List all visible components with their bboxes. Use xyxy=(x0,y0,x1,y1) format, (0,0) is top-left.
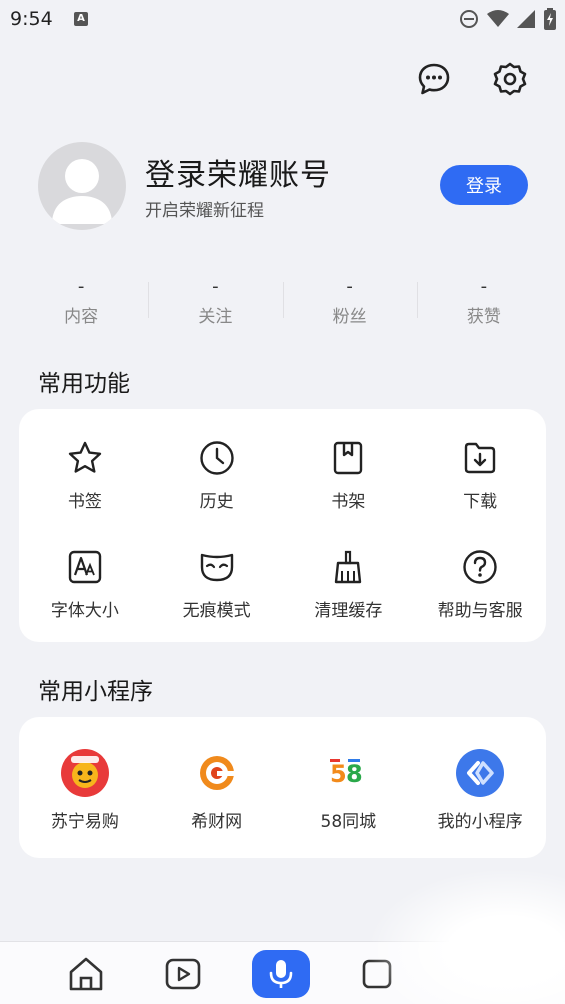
login-button[interactable]: 登录 xyxy=(440,165,528,205)
mini-program-xicai[interactable]: 希财网 xyxy=(151,749,283,832)
broom-icon xyxy=(335,550,362,584)
function-label: 历史 xyxy=(199,492,234,512)
mini-program-label: 我的小程序 xyxy=(437,812,523,832)
stat-label: 内容 xyxy=(64,307,99,327)
stat-value: - xyxy=(346,276,353,297)
stat-label: 关注 xyxy=(198,307,233,327)
mini-programs-title: 常用小程序 xyxy=(38,679,153,705)
function-label: 清理缓存 xyxy=(314,601,383,621)
nav-home-button[interactable] xyxy=(66,954,106,994)
stat-value: - xyxy=(77,276,85,297)
stat-likes[interactable]: - 获赞 xyxy=(416,276,551,327)
58-logo-icon: 58 xyxy=(324,749,373,797)
battery-icon xyxy=(544,8,556,30)
function-label: 书架 xyxy=(331,492,366,512)
font-size-icon xyxy=(68,550,102,584)
avatar[interactable] xyxy=(38,142,126,230)
status-icons xyxy=(459,8,557,30)
clear-cache-item[interactable]: 清理缓存 xyxy=(283,548,415,621)
notification-a-icon: A xyxy=(74,12,88,26)
settings-button[interactable] xyxy=(493,62,527,96)
bookshelf-item[interactable]: 书架 xyxy=(283,439,415,512)
status-bar: 9:54 A xyxy=(0,0,565,40)
common-functions-card: 书签 历史 书架 下载 字体大小 无痕模式 清理缓存 帮助与客服 xyxy=(19,409,546,642)
star-icon xyxy=(68,441,102,473)
home-icon xyxy=(69,957,103,991)
function-label: 字体大小 xyxy=(50,601,119,621)
bookshelf-icon xyxy=(334,441,363,475)
font-size-item[interactable]: 字体大小 xyxy=(19,548,151,621)
incognito-item[interactable]: 无痕模式 xyxy=(151,548,283,621)
function-label: 书签 xyxy=(67,492,102,512)
nav-voice-button[interactable] xyxy=(252,950,310,998)
download-icon xyxy=(464,442,496,474)
stat-value: - xyxy=(480,276,488,297)
settings-icon xyxy=(493,62,527,96)
download-item[interactable]: 下载 xyxy=(414,439,546,512)
svg-text:5: 5 xyxy=(330,760,347,788)
do-not-disturb-icon xyxy=(460,10,478,28)
function-label: 帮助与客服 xyxy=(437,601,523,621)
status-time: 9:54 xyxy=(10,8,53,30)
stat-followers[interactable]: - 粉丝 xyxy=(282,276,417,327)
video-icon xyxy=(165,958,201,990)
common-functions-title: 常用功能 xyxy=(38,371,130,397)
message-icon xyxy=(418,63,450,95)
message-button[interactable] xyxy=(417,62,451,96)
header-actions xyxy=(417,62,527,96)
wifi-icon xyxy=(487,10,509,27)
svg-text:8: 8 xyxy=(346,760,363,788)
help-icon xyxy=(463,550,497,584)
bookmark-item[interactable]: 书签 xyxy=(19,439,151,512)
nav-video-button[interactable] xyxy=(163,954,203,994)
mini-program-label: 58同城 xyxy=(320,812,377,832)
function-label: 无痕模式 xyxy=(182,601,251,621)
stat-content[interactable]: - 内容 xyxy=(14,276,148,327)
incognito-mask-icon xyxy=(200,553,233,582)
stats-row: - 内容 - 关注 - 粉丝 - 获赞 xyxy=(14,276,551,327)
xicai-logo-icon xyxy=(192,749,241,797)
mini-program-58[interactable]: 58 58同城 xyxy=(283,749,415,832)
watermark-fade xyxy=(370,870,565,1004)
mini-program-label: 希财网 xyxy=(191,812,243,832)
profile-title[interactable]: 登录荣耀账号 xyxy=(145,150,331,194)
signal-icon xyxy=(517,10,535,28)
mini-programs-card: 苏宁易购 希财网 58 58同城 我的小程序 xyxy=(19,717,546,858)
history-item[interactable]: 历史 xyxy=(151,439,283,512)
mini-program-mine[interactable]: 我的小程序 xyxy=(414,749,546,832)
suning-logo-icon xyxy=(60,749,109,797)
stat-following[interactable]: - 关注 xyxy=(148,276,282,327)
mini-program-suning[interactable]: 苏宁易购 xyxy=(19,749,151,832)
function-label: 下载 xyxy=(463,492,498,512)
help-item[interactable]: 帮助与客服 xyxy=(414,548,546,621)
profile-subtitle: 开启荣耀新征程 xyxy=(145,201,264,221)
stat-label: 粉丝 xyxy=(332,307,367,327)
mini-program-icon xyxy=(456,749,505,797)
stat-label: 获赞 xyxy=(466,307,501,327)
mini-program-label: 苏宁易购 xyxy=(50,812,119,832)
stat-value: - xyxy=(212,276,219,297)
default-avatar-icon xyxy=(52,159,112,224)
clock-icon xyxy=(199,441,234,475)
microphone-icon xyxy=(269,960,293,988)
